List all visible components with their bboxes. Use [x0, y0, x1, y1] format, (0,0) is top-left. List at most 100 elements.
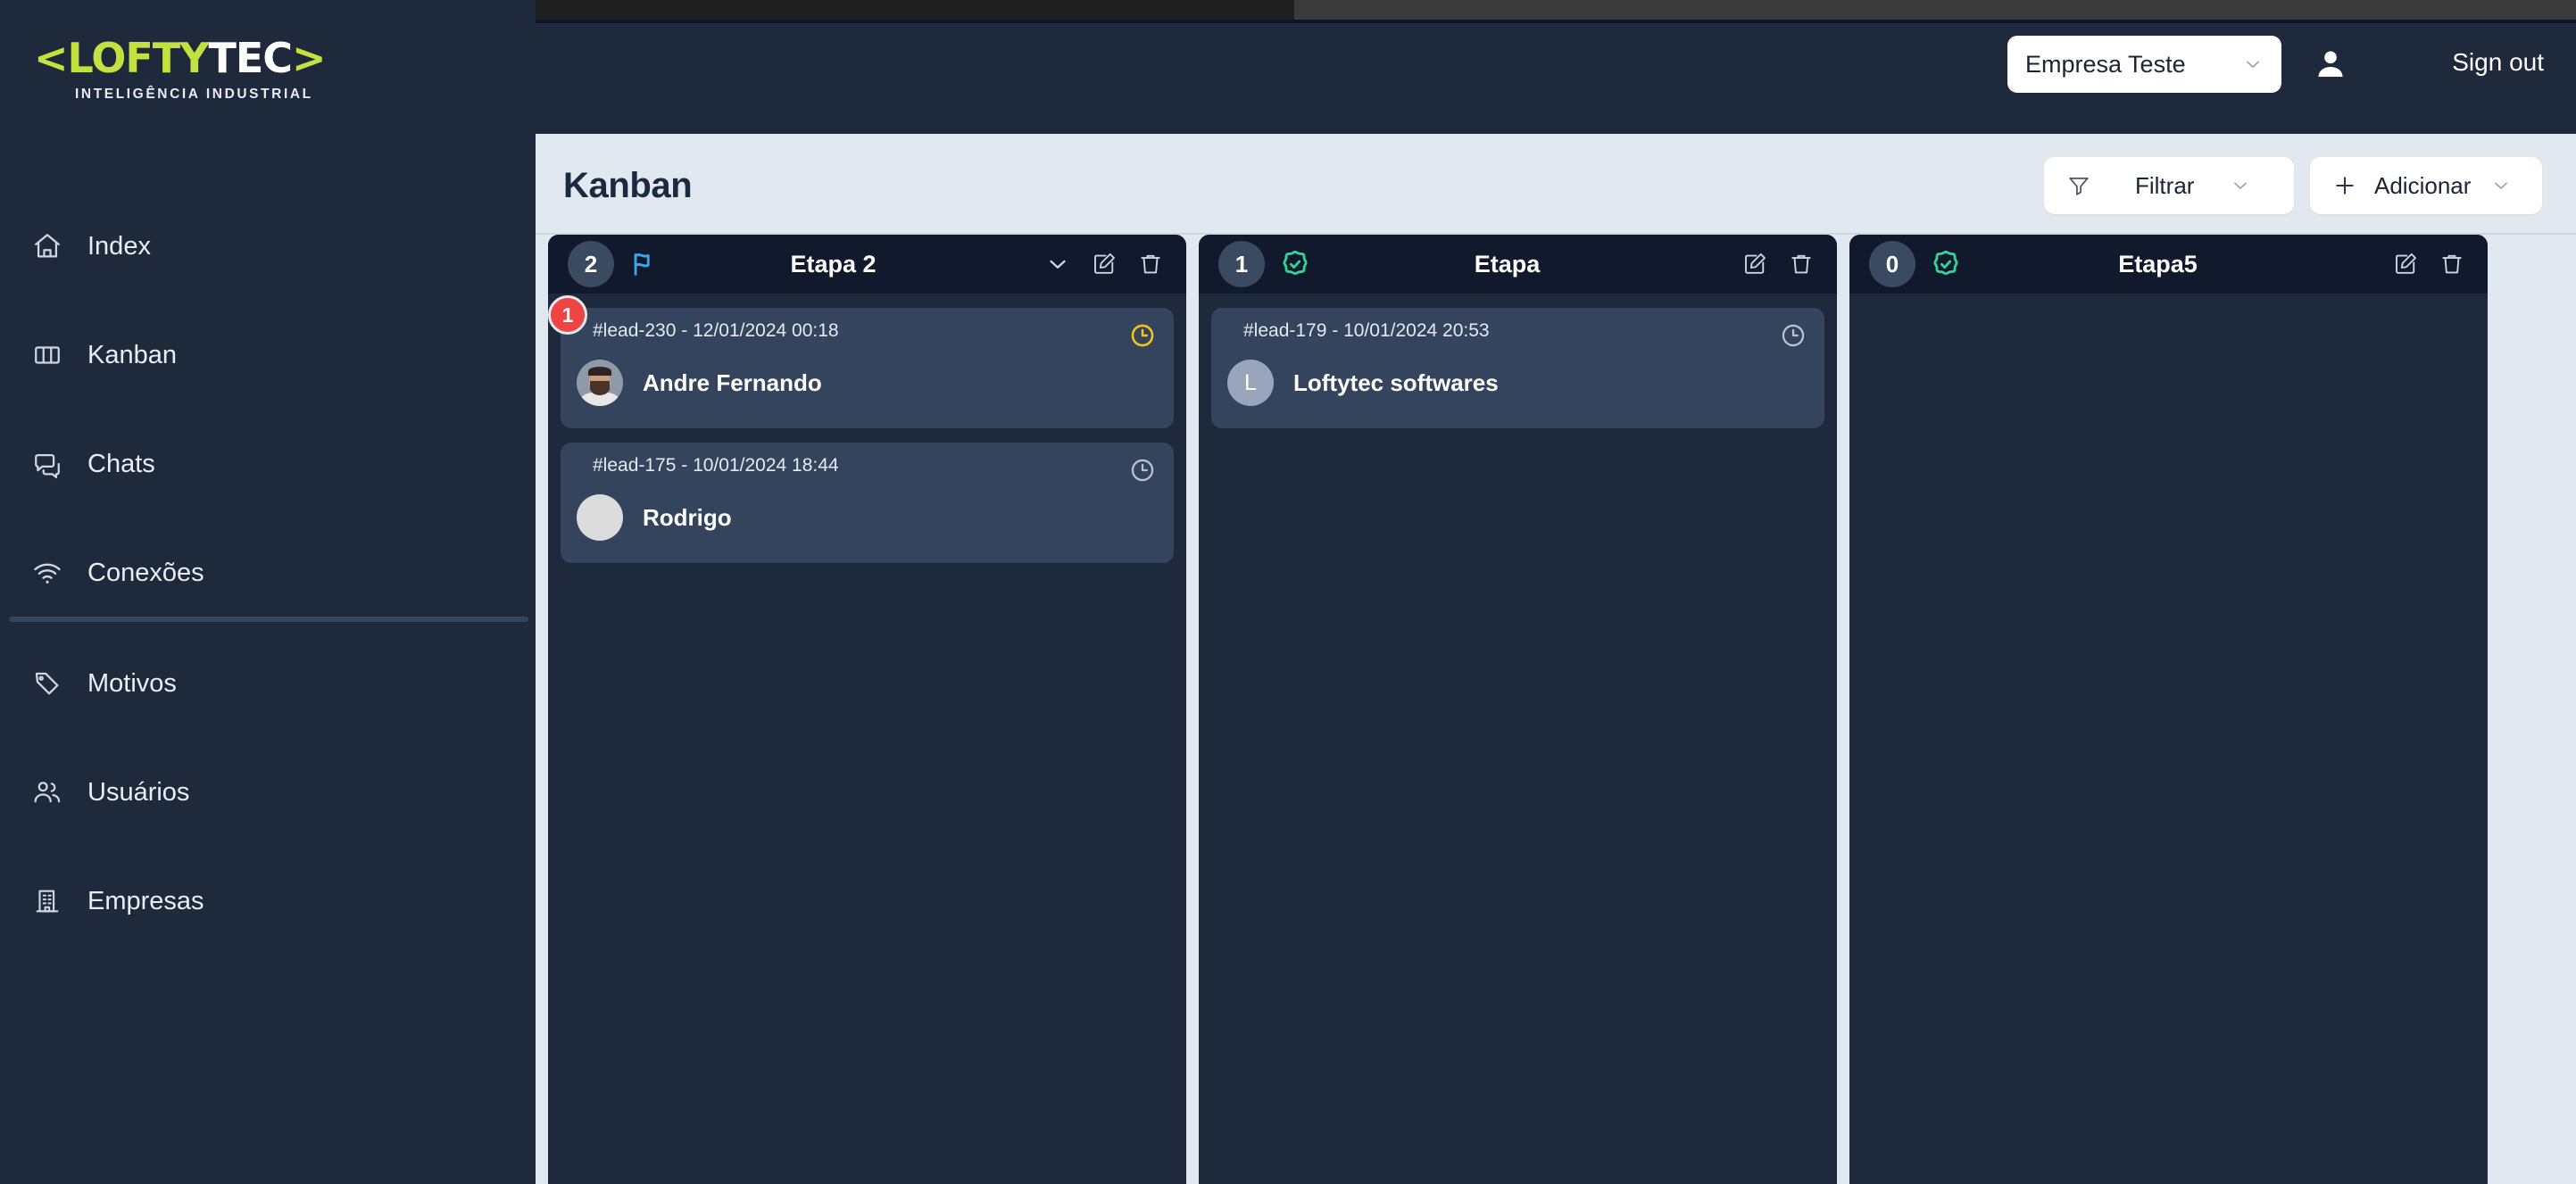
card-person: Andre Fernando	[577, 360, 1158, 406]
trash-icon[interactable]	[2436, 248, 2468, 280]
kanban-card[interactable]: #lead-175 - 10/01/2024 18:44 Rodrigo	[561, 443, 1174, 563]
kanban-card[interactable]: #lead-179 - 10/01/2024 20:53 L Loftytec …	[1211, 308, 1824, 428]
card-person: Rodrigo	[577, 494, 1158, 541]
avatar	[577, 494, 623, 541]
logo-lofty-text: LOFTY	[67, 34, 210, 82]
sidebar-divider	[9, 617, 528, 622]
sidebar-item-chats[interactable]: Chats	[0, 436, 536, 492]
column-card-count: 1	[1218, 241, 1265, 287]
clock-icon	[1127, 455, 1158, 485]
wifi-icon	[30, 556, 64, 590]
kanban-board: 2 Etapa 2 1 #lead-230 - 12/01/2024 00:18…	[548, 235, 2576, 1184]
column-cards: #lead-179 - 10/01/2024 20:53 L Loftytec …	[1199, 294, 1837, 1184]
column-actions	[1739, 248, 1817, 280]
card-person-name: Andre Fernando	[643, 368, 822, 396]
page-title: Kanban	[563, 166, 693, 205]
scrollbar-thumb[interactable]	[516, 0, 1294, 20]
edit-icon[interactable]	[1088, 248, 1120, 280]
column-cards	[1849, 294, 2488, 1184]
column-header: 2 Etapa 2	[548, 235, 1186, 294]
page-header: Kanban Filtrar Adicionar	[536, 134, 2576, 235]
sidebar-nav-primary: Index Kanban Chats Conexões	[0, 219, 536, 654]
sidebar-item-label: Chats	[87, 449, 155, 478]
tag-icon	[30, 667, 64, 700]
filter-button[interactable]: Filtrar	[2044, 157, 2294, 214]
logo-tagline: INTELIGÊNCIA INDUSTRIAL	[75, 87, 313, 102]
column-title: Etapa	[1474, 250, 1541, 277]
logo-tec-text: TEC	[208, 34, 293, 82]
column-header: 0 Etapa5	[1849, 235, 2488, 294]
building-icon	[30, 884, 64, 918]
chat-icon	[30, 447, 64, 481]
sidebar-item-kanban[interactable]: Kanban	[0, 327, 536, 383]
funnel-icon	[2064, 173, 2094, 198]
column-actions	[2389, 248, 2468, 280]
card-top-row: #lead-230 - 12/01/2024 00:18	[577, 320, 1158, 351]
top-bar: Empresa Teste Sign out	[536, 23, 2576, 134]
sidebar-item-label: Usuários	[87, 777, 190, 807]
kanban-card[interactable]: 1 #lead-230 - 12/01/2024 00:18 Andre Fer…	[548, 295, 1174, 428]
clock-icon	[1127, 320, 1158, 351]
logo-right-chevron-icon: >	[292, 34, 327, 82]
sidebar-item-label: Empresas	[87, 886, 204, 915]
column-header: 1 Etapa	[1199, 235, 1837, 294]
kanban-column: 1 Etapa #lead-179 - 10/01/2024 20:53 L L…	[1199, 235, 1837, 1184]
company-selector-value: Empresa Teste	[2025, 50, 2186, 78]
main-content: Kanban Filtrar Adicionar 2 Etapa 2 1 #le…	[536, 134, 2576, 1184]
avatar: L	[1227, 360, 1274, 406]
flag-icon	[628, 248, 661, 280]
chevron-down-icon[interactable]	[1042, 248, 1074, 280]
kanban-column: 2 Etapa 2 1 #lead-230 - 12/01/2024 00:18…	[548, 235, 1186, 1184]
users-icon	[30, 775, 64, 809]
card-top-row: #lead-179 - 10/01/2024 20:53	[1227, 320, 1808, 351]
sidebar-item-index[interactable]: Index	[0, 219, 536, 274]
card-reference: #lead-175 - 10/01/2024 18:44	[593, 455, 839, 476]
sidebar-item-conexoes[interactable]: Conexões	[0, 545, 536, 600]
account-avatar-button[interactable]	[2311, 46, 2350, 86]
chevron-down-icon	[2230, 175, 2251, 196]
sidebar-item-motivos[interactable]: Motivos	[0, 656, 536, 711]
sidebar-nav-secondary: Motivos Usuários Empresas	[0, 656, 536, 982]
check-badge-icon	[1930, 248, 1962, 280]
edit-icon[interactable]	[1739, 248, 1771, 280]
header-actions: Filtrar Adicionar	[2044, 157, 2542, 214]
card-person: L Loftytec softwares	[1227, 360, 1808, 406]
card-notification-badge: 1	[548, 295, 587, 335]
add-button[interactable]: Adicionar	[2310, 157, 2542, 214]
logo-left-chevron-icon: <	[34, 34, 69, 82]
sidebar-item-label: Kanban	[87, 340, 177, 369]
browser-horizontal-scrollbar[interactable]	[516, 0, 2576, 20]
brand-logo[interactable]: <LOFTYTEC> INTELIGÊNCIA INDUSTRIAL	[34, 37, 445, 103]
columns-icon	[30, 338, 64, 372]
sidebar: <LOFTYTEC> INTELIGÊNCIA INDUSTRIAL Index…	[0, 0, 536, 1184]
column-title: Etapa 2	[790, 250, 877, 277]
sign-out-link[interactable]: Sign out	[2452, 48, 2544, 77]
add-button-label: Adicionar	[2374, 171, 2472, 199]
kanban-column: 0 Etapa5	[1849, 235, 2488, 1184]
sidebar-item-empresas[interactable]: Empresas	[0, 874, 536, 929]
plus-icon	[2330, 173, 2360, 198]
column-card-count: 2	[568, 241, 614, 287]
filter-button-label: Filtrar	[2135, 171, 2195, 199]
sidebar-item-usuarios[interactable]: Usuários	[0, 765, 536, 820]
card-top-row: #lead-175 - 10/01/2024 18:44	[577, 455, 1158, 485]
check-badge-icon	[1279, 248, 1311, 280]
edit-icon[interactable]	[2389, 248, 2422, 280]
column-card-count: 0	[1869, 241, 1915, 287]
card-person-name: Loftytec softwares	[1293, 368, 1499, 396]
clock-icon	[1778, 320, 1808, 351]
person-icon	[2313, 46, 2348, 87]
chevron-down-icon	[2490, 175, 2512, 196]
home-icon	[30, 229, 64, 263]
column-actions	[1042, 248, 1167, 280]
chevron-down-icon	[2242, 54, 2264, 75]
company-selector[interactable]: Empresa Teste	[2007, 36, 2281, 93]
column-cards: 1 #lead-230 - 12/01/2024 00:18 Andre Fer…	[548, 294, 1186, 1184]
trash-icon[interactable]	[1785, 248, 1817, 280]
sidebar-item-label: Index	[87, 231, 151, 261]
avatar	[577, 360, 623, 406]
sidebar-item-label: Motivos	[87, 668, 177, 698]
card-reference: #lead-179 - 10/01/2024 20:53	[1243, 320, 1490, 341]
trash-icon[interactable]	[1134, 248, 1167, 280]
card-person-name: Rodrigo	[643, 503, 732, 531]
